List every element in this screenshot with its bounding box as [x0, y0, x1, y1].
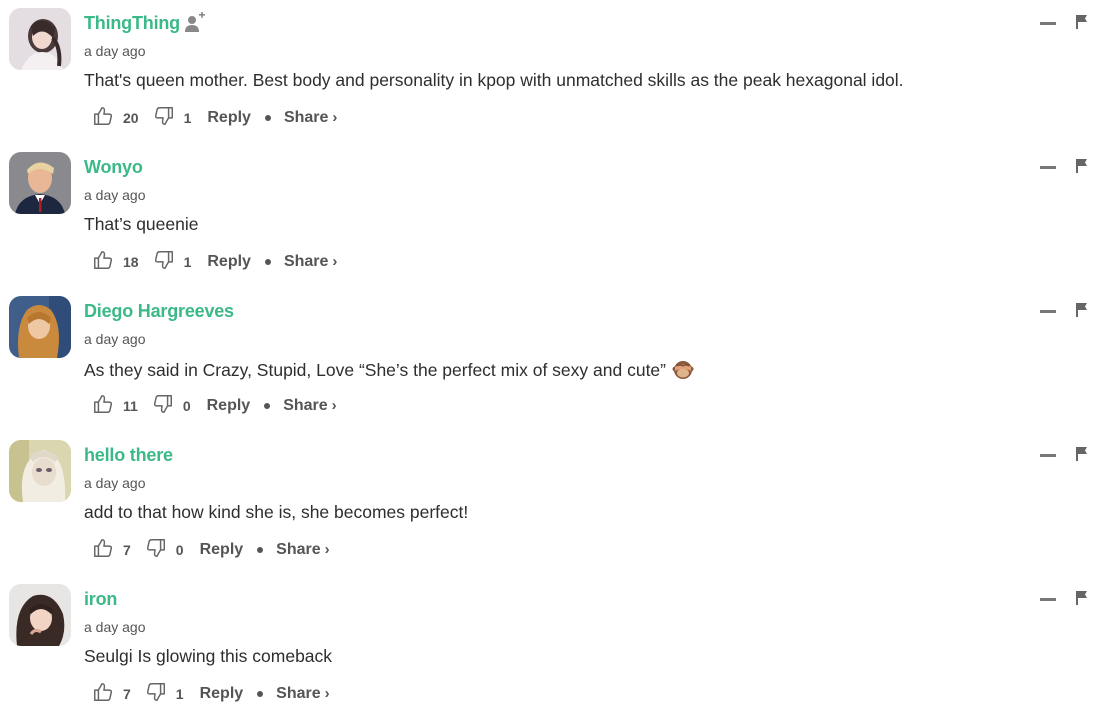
upvote-button[interactable]: 7	[92, 681, 131, 708]
thumbs-up-icon	[92, 681, 114, 708]
comment-list: ThingThing a day ago That's queen mother…	[0, 0, 1105, 711]
comment-text: add to that how kind she is, she becomes…	[84, 502, 469, 522]
chevron-right-icon: ›	[324, 541, 330, 558]
chevron-right-icon: ›	[332, 253, 338, 270]
downvote-count: 0	[175, 542, 184, 558]
thumbs-up-icon	[92, 249, 114, 276]
comment-item: ThingThing a day ago That's queen mother…	[0, 0, 1105, 144]
downvote-count: 1	[183, 254, 192, 270]
comment-timestamp: a day ago	[84, 331, 146, 347]
share-label: Share	[283, 253, 329, 270]
chevron-right-icon: ›	[332, 109, 338, 126]
thumbs-down-icon	[153, 105, 175, 132]
upvote-button[interactable]: 11	[92, 393, 138, 420]
username[interactable]: iron	[84, 589, 117, 610]
username[interactable]: ThingThing	[84, 13, 180, 34]
thumbs-down-icon	[145, 537, 167, 564]
avatar[interactable]	[9, 152, 71, 214]
downvote-count: 0	[182, 398, 191, 414]
comment-item: Diego Hargreeves a day ago As they said …	[0, 288, 1105, 432]
share-button[interactable]: Share ›	[276, 541, 329, 559]
username[interactable]: hello there	[84, 445, 173, 466]
separator-dot	[264, 259, 271, 265]
downvote-button[interactable]: 1	[153, 249, 192, 276]
username[interactable]: Wonyo	[84, 157, 143, 178]
comment-text-content: As they said in Crazy, Stupid, Love “She…	[84, 360, 666, 380]
minus-icon[interactable]	[1040, 598, 1056, 601]
minus-icon[interactable]	[1040, 454, 1056, 457]
thumbs-up-icon	[92, 393, 114, 420]
flag-icon[interactable]	[1075, 302, 1089, 318]
share-button[interactable]: Share ›	[284, 253, 337, 271]
comment-timestamp: a day ago	[84, 475, 146, 491]
downvote-button[interactable]: 0	[145, 537, 184, 564]
chevron-right-icon: ›	[331, 397, 337, 414]
comment-timestamp: a day ago	[84, 43, 146, 59]
upvote-button[interactable]: 20	[92, 105, 139, 132]
comment-text: Seulgi Is glowing this comeback	[84, 646, 333, 666]
flag-icon[interactable]	[1075, 158, 1089, 174]
downvote-button[interactable]: 1	[153, 105, 192, 132]
comment-text: As they said in Crazy, Stupid, Love “She…	[84, 358, 694, 381]
upvote-count: 7	[123, 542, 131, 558]
thumbs-up-icon	[92, 537, 114, 564]
see-no-evil-monkey-icon	[672, 358, 694, 380]
minus-icon[interactable]	[1040, 166, 1056, 169]
separator-dot	[264, 115, 271, 121]
reply-button[interactable]: Reply	[200, 685, 244, 703]
comment-item: Wonyo a day ago That’s queenie 18 1 Repl…	[0, 144, 1105, 288]
share-label: Share	[283, 109, 329, 126]
reply-button[interactable]: Reply	[200, 541, 244, 559]
avatar[interactable]	[9, 8, 71, 70]
minus-icon[interactable]	[1040, 310, 1056, 313]
comment-actions: 7 0 Reply Share ›	[92, 538, 330, 562]
reply-button[interactable]: Reply	[207, 253, 251, 271]
separator-dot	[257, 691, 264, 697]
add-user-icon[interactable]	[184, 11, 206, 34]
share-label: Share	[276, 685, 321, 702]
share-button[interactable]: Share ›	[284, 109, 337, 127]
minus-icon[interactable]	[1040, 22, 1056, 25]
downvote-count: 1	[175, 686, 184, 702]
chevron-right-icon: ›	[324, 685, 330, 702]
downvote-count: 1	[183, 110, 192, 126]
share-button[interactable]: Share ›	[283, 397, 336, 415]
comment-text: That's queen mother. Best body and perso…	[84, 70, 904, 90]
share-button[interactable]: Share ›	[276, 685, 329, 703]
upvote-button[interactable]: 18	[92, 249, 139, 276]
thumbs-up-icon	[92, 105, 114, 132]
reply-button[interactable]: Reply	[207, 397, 251, 415]
share-label: Share	[283, 397, 328, 414]
flag-icon[interactable]	[1075, 590, 1089, 606]
comment-actions: 20 1 Reply Share ›	[92, 106, 337, 130]
downvote-button[interactable]: 0	[152, 393, 191, 420]
comment-item: iron a day ago Seulgi Is glowing this co…	[0, 576, 1105, 720]
thumbs-down-icon	[152, 393, 174, 420]
avatar[interactable]	[9, 584, 71, 646]
separator-dot	[264, 403, 271, 409]
flag-icon[interactable]	[1075, 14, 1089, 30]
comment-actions: 7 1 Reply Share ›	[92, 682, 330, 706]
username[interactable]: Diego Hargreeves	[84, 301, 234, 322]
upvote-button[interactable]: 7	[92, 537, 131, 564]
separator-dot	[257, 547, 264, 553]
upvote-count: 11	[123, 398, 138, 414]
upvote-count: 20	[123, 110, 139, 126]
share-label: Share	[276, 541, 321, 558]
flag-icon[interactable]	[1075, 446, 1089, 462]
thumbs-down-icon	[153, 249, 175, 276]
thumbs-down-icon	[145, 681, 167, 708]
avatar[interactable]	[9, 440, 71, 502]
reply-button[interactable]: Reply	[207, 109, 251, 127]
comment-timestamp: a day ago	[84, 619, 146, 635]
avatar[interactable]	[9, 296, 71, 358]
upvote-count: 7	[123, 686, 131, 702]
comment-item: hello there a day ago add to that how ki…	[0, 432, 1105, 576]
comment-timestamp: a day ago	[84, 187, 146, 203]
comment-actions: 11 0 Reply Share ›	[92, 394, 337, 418]
comment-actions: 18 1 Reply Share ›	[92, 250, 337, 274]
comment-text: That’s queenie	[84, 214, 199, 234]
upvote-count: 18	[123, 254, 139, 270]
downvote-button[interactable]: 1	[145, 681, 184, 708]
